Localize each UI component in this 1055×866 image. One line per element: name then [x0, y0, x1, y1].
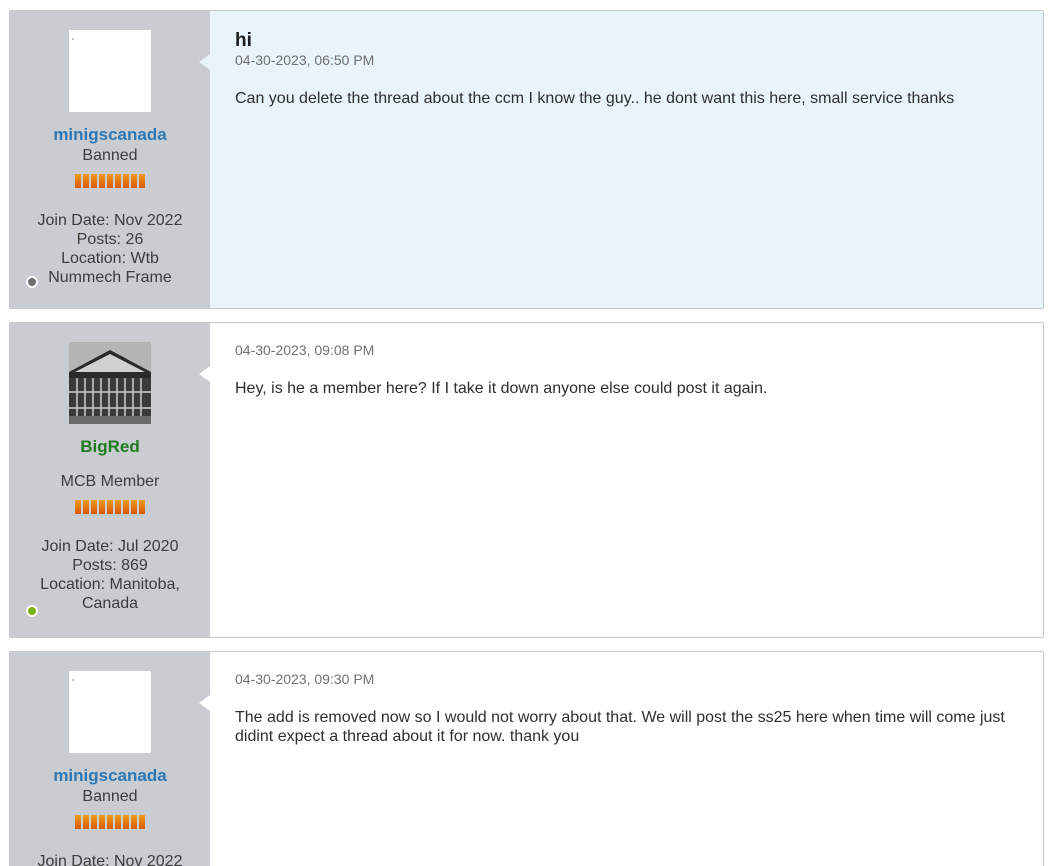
- user-title: Banned: [82, 788, 138, 805]
- avatar[interactable]: [69, 671, 151, 753]
- reputation-bar: [10, 500, 210, 514]
- avatar[interactable]: [69, 30, 151, 112]
- username[interactable]: minigscanada: [10, 126, 210, 144]
- location: Location: Manitoba, Canada: [40, 576, 180, 612]
- user-stats: Join Date: Nov 2022: [10, 852, 210, 866]
- post-userinfo: BigRed MCB Member Join Date: Jul 2020 Po…: [10, 323, 210, 637]
- post-content: Hey, is he a member here? If I take it d…: [235, 380, 768, 397]
- post-title: hi: [235, 30, 252, 51]
- user-stats: Join Date: Nov 2022 Posts: 26 Location: …: [10, 211, 210, 287]
- broken-image-icon: [72, 38, 74, 40]
- post: minigscanada Banned Join Date: Nov 2022 …: [9, 651, 1044, 866]
- post-userinfo: minigscanada Banned Join Date: Nov 2022: [10, 652, 210, 866]
- post: BigRed MCB Member Join Date: Jul 2020 Po…: [9, 322, 1044, 638]
- post-content: Can you delete the thread about the ccm …: [235, 90, 955, 107]
- post-content: The add is removed now so I would not wo…: [235, 709, 1005, 745]
- user-stats: Join Date: Jul 2020 Posts: 869 Location:…: [10, 537, 210, 613]
- post-date: 04-30-2023, 09:30 PM: [235, 671, 375, 687]
- broken-image-icon: [72, 679, 74, 681]
- post-date: 04-30-2023, 06:50 PM: [235, 52, 375, 68]
- username[interactable]: minigscanada: [10, 767, 210, 785]
- user-title: MCB Member: [60, 473, 160, 490]
- username[interactable]: BigRed: [10, 438, 210, 456]
- post-count: Posts: 26: [76, 231, 144, 248]
- post: minigscanada Banned Join Date: Nov 2022 …: [9, 10, 1044, 309]
- post-count: Posts: 869: [72, 557, 148, 574]
- join-date: Join Date: Nov 2022: [37, 212, 183, 229]
- post-date: 04-30-2023, 09:08 PM: [235, 342, 375, 358]
- offline-status-icon: [26, 276, 38, 288]
- location: Location: Wtb Nummech Frame: [48, 250, 172, 286]
- building-gate-photo-icon: [69, 342, 151, 424]
- online-status-icon: [26, 605, 38, 617]
- avatar[interactable]: [69, 342, 151, 424]
- join-date: Join Date: Jul 2020: [41, 538, 179, 555]
- join-date: Join Date: Nov 2022: [37, 853, 183, 866]
- user-title: Banned: [82, 147, 138, 164]
- post-body: hi 04-30-2023, 06:50 PM Can you delete t…: [199, 11, 1043, 308]
- thread-posts: minigscanada Banned Join Date: Nov 2022 …: [0, 0, 1055, 866]
- reputation-bar: [10, 815, 210, 829]
- post-body: 04-30-2023, 09:08 PM Hey, is he a member…: [199, 323, 1043, 637]
- post-body: 04-30-2023, 09:30 PM The add is removed …: [199, 652, 1043, 866]
- reputation-bar: [10, 174, 210, 188]
- post-userinfo: minigscanada Banned Join Date: Nov 2022 …: [10, 11, 210, 308]
